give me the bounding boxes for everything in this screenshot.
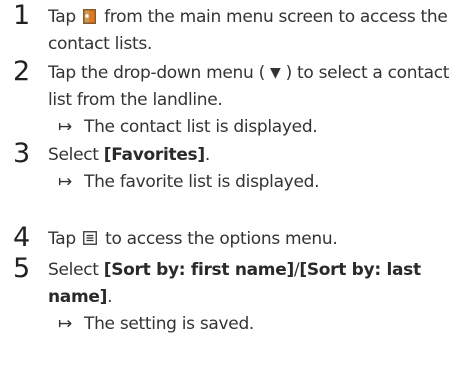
step-text-part: Tap — [48, 7, 76, 27]
options-menu-icon — [83, 231, 97, 245]
result-arrow-icon: ↦ — [58, 314, 72, 334]
step-result: ↦ The contact list is displayed. — [48, 114, 453, 141]
step-number: 2 — [13, 56, 31, 87]
option-favorites: [Favorites] — [103, 145, 205, 165]
step-text-part: from the main menu screen to access the … — [48, 7, 448, 54]
step-text-part: to access the options menu. — [105, 229, 338, 249]
option-sort-first-name: [Sort by: first name] — [103, 260, 294, 280]
step-number: 4 — [13, 222, 31, 253]
step-text: Tap the drop-down menu ( ▼ ) to select a… — [48, 60, 453, 141]
contacts-book-icon — [83, 9, 96, 24]
step-result: ↦ The favorite list is displayed. — [48, 169, 453, 196]
result-text: The contact list is displayed. — [84, 117, 318, 137]
result-arrow-icon: ↦ — [58, 117, 72, 137]
dropdown-triangle-icon: ▼ — [270, 65, 281, 81]
step-text: Tap to access the options menu. — [48, 226, 453, 253]
result-text: The setting is saved. — [84, 314, 255, 334]
step-text-part: Select — [48, 260, 99, 280]
step-number: 5 — [13, 253, 31, 284]
result-arrow-icon: ↦ — [58, 172, 72, 192]
step-text: Select [Sort by: first name]/[Sort by: l… — [48, 257, 453, 338]
step-text: Select [Favorites]. ↦ The favorite list i… — [48, 142, 453, 196]
step-number: 1 — [13, 0, 31, 31]
step-text-part: Select — [48, 145, 99, 165]
step-text-part: . — [204, 145, 210, 165]
step-text-part: . — [107, 287, 113, 307]
step-result: ↦ The setting is saved. — [48, 311, 453, 338]
step-text: Tap from the main menu screen to access … — [48, 4, 453, 58]
result-text: The favorite list is displayed. — [84, 172, 320, 192]
step-number: 3 — [13, 138, 31, 169]
step-text-part: Tap — [48, 229, 76, 249]
step-text-part: Tap the drop-down menu ( — [48, 63, 265, 83]
